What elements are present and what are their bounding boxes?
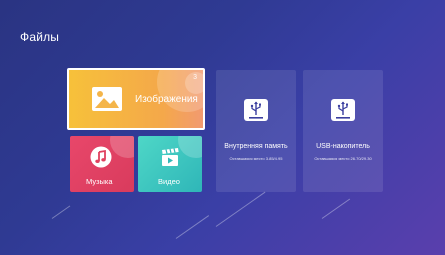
images-count: 3 [193,74,197,81]
background-streak [175,215,210,239]
music-note-icon [90,146,112,168]
clapperboard-icon [162,148,179,166]
images-label: Изображения [135,94,198,105]
background-streak [321,198,351,219]
decor-bubble [110,136,134,158]
internal-storage-tile[interactable]: Внутренняя память Оставшаяся место 3.85/… [216,70,296,192]
music-tile[interactable]: Музыка [70,136,134,192]
usb-storage-free-space: Оставшаяся место 26.70/29.30 [314,156,372,161]
background-streak [215,191,266,227]
page-title: Файлы [20,30,60,44]
internal-storage-free-space: Оставшаяся место 3.85/4.95 [229,156,283,161]
images-tile[interactable]: 3 Изображения [67,68,205,130]
music-label: Музыка [86,177,113,186]
internal-storage-title: Внутренняя память [224,143,288,150]
decor-bubble [178,136,202,158]
image-icon [92,87,122,111]
file-manager-screen: Файлы 3 Изображения Музыка Видео Внутрен… [0,0,445,255]
video-tile[interactable]: Видео [138,136,202,192]
background-streak [51,205,71,219]
usb-drive-icon [244,99,268,121]
video-label: Видео [158,177,180,186]
usb-drive-icon [331,99,355,121]
usb-storage-title: USB-накопитель [316,143,370,150]
usb-storage-tile[interactable]: USB-накопитель Оставшаяся место 26.70/29… [303,70,383,192]
